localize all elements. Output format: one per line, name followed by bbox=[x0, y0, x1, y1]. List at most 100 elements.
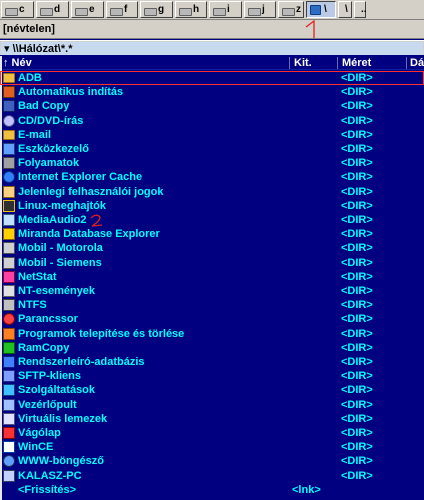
file-size: <DIR> bbox=[341, 128, 373, 141]
phone-icon bbox=[3, 242, 15, 255]
file-size: <DIR> bbox=[341, 427, 373, 439]
ram-icon bbox=[3, 341, 15, 354]
disk-drive-icon bbox=[179, 8, 192, 16]
file-row[interactable]: CD/DVD-írás <DIR> bbox=[0, 114, 424, 128]
file-row[interactable]: Folyamatok <DIR> bbox=[0, 156, 424, 170]
drive-button[interactable]: e bbox=[71, 1, 104, 18]
file-row[interactable]: Linux-meghajtók <DIR> bbox=[0, 199, 424, 213]
disk-drive-icon bbox=[248, 8, 261, 16]
drive-button[interactable]: \ bbox=[306, 1, 336, 18]
drive-button[interactable]: z bbox=[278, 1, 304, 18]
drive-button[interactable]: f bbox=[106, 1, 138, 18]
file-row[interactable]: E-mail <DIR> bbox=[0, 128, 424, 142]
column-size-header[interactable]: Méret bbox=[342, 56, 371, 70]
drive-button[interactable]: d bbox=[36, 1, 69, 18]
file-size: <DIR> bbox=[341, 143, 373, 155]
file-size: <DIR> bbox=[341, 228, 373, 241]
column-date-header[interactable]: Dá bbox=[410, 56, 424, 70]
registry-icon bbox=[3, 356, 15, 368]
file-row[interactable]: Vágólap <DIR> bbox=[0, 426, 424, 440]
drive-letter: d bbox=[54, 4, 61, 15]
file-size: <DIR> bbox=[341, 299, 373, 312]
file-size: <DIR> bbox=[341, 270, 373, 283]
file-row[interactable]: <Frissítés> <lnk> bbox=[0, 483, 424, 497]
disk-drive-icon bbox=[282, 8, 295, 16]
drive-letter: z bbox=[296, 4, 301, 15]
file-size: <DIR> bbox=[341, 455, 373, 468]
file-row[interactable]: ADB <DIR> bbox=[0, 71, 424, 85]
column-divider[interactable] bbox=[337, 57, 338, 69]
file-name: Eszközkezelő bbox=[18, 143, 89, 155]
location-header[interactable]: ▾ \\Hálózat\*.* bbox=[1, 42, 423, 55]
file-row[interactable]: Automatikus indítás <DIR> bbox=[0, 85, 424, 99]
ie-icon bbox=[3, 171, 15, 184]
file-size: <DIR> bbox=[341, 356, 373, 368]
file-row[interactable]: NT-események <DIR> bbox=[0, 284, 424, 298]
file-size: <DIR> bbox=[341, 199, 373, 212]
file-name: NT-események bbox=[18, 285, 96, 297]
file-row[interactable]: Vezérlőpult <DIR> bbox=[0, 398, 424, 412]
gears-icon bbox=[3, 157, 15, 170]
file-size: <DIR> bbox=[341, 469, 373, 482]
file-name: SFTP-kliens bbox=[18, 370, 81, 383]
file-row[interactable]: Parancssor <DIR> bbox=[0, 312, 424, 326]
drive-button[interactable]: g bbox=[140, 1, 173, 18]
file-row[interactable]: Miranda Database Explorer <DIR> bbox=[0, 227, 424, 241]
file-name: Virtuális lemezek bbox=[18, 412, 108, 425]
services-icon bbox=[3, 384, 15, 397]
torch-icon bbox=[3, 86, 15, 99]
drive-icon bbox=[3, 299, 15, 312]
virtual-disk-icon bbox=[3, 412, 15, 425]
installer-icon bbox=[3, 327, 15, 340]
globe-icon bbox=[3, 455, 15, 468]
file-row[interactable]: Jelenlegi felhasználói jogok <DIR> bbox=[0, 185, 424, 199]
clipboard-icon bbox=[3, 427, 15, 439]
file-name: Mobil - Motorola bbox=[18, 242, 103, 255]
disk-drive-icon bbox=[40, 8, 53, 16]
file-row[interactable]: WWW-böngésző <DIR> bbox=[0, 454, 424, 468]
file-row[interactable]: Internet Explorer Cache <DIR> bbox=[0, 170, 424, 184]
file-row[interactable]: RamCopy <DIR> bbox=[0, 341, 424, 355]
drive-button[interactable]: h bbox=[175, 1, 207, 18]
file-row[interactable]: NTFS <DIR> bbox=[0, 298, 424, 312]
disk-drive-icon bbox=[213, 8, 226, 16]
file-row[interactable]: Rendszerleíró-adatbázis <DIR> bbox=[0, 355, 424, 369]
network-icon bbox=[3, 370, 15, 383]
file-row[interactable]: Programok telepítése és törlése <DIR> bbox=[0, 327, 424, 341]
floppy-icon bbox=[3, 100, 15, 113]
drive-button[interactable]: j bbox=[244, 1, 276, 18]
file-row[interactable]: Eszközkezelő <DIR> bbox=[0, 142, 424, 156]
drive-button[interactable]: c bbox=[1, 1, 34, 18]
file-row[interactable]: Szolgáltatások <DIR> bbox=[0, 383, 424, 397]
file-row[interactable]: MediaAudio2 <DIR> bbox=[0, 213, 424, 227]
column-divider[interactable] bbox=[406, 57, 407, 69]
file-row[interactable]: Bad Copy <DIR> bbox=[0, 99, 424, 113]
file-row[interactable]: Virtuális lemezek <DIR> bbox=[0, 412, 424, 426]
file-size: <DIR> bbox=[341, 412, 373, 425]
drive-button[interactable]: .. bbox=[354, 1, 367, 18]
file-name: Folyamatok bbox=[18, 157, 80, 170]
file-name: Parancssor bbox=[18, 313, 78, 326]
file-name: NTFS bbox=[18, 299, 47, 312]
file-row[interactable]: NetStat <DIR> bbox=[0, 270, 424, 284]
file-row[interactable]: WinCE <DIR> bbox=[0, 440, 424, 454]
drive-letter: i bbox=[227, 4, 230, 15]
file-size: <DIR> bbox=[341, 370, 373, 383]
file-row[interactable]: Mobil - Siemens <DIR> bbox=[0, 256, 424, 270]
disk-drive-icon bbox=[144, 8, 157, 16]
file-name: Programok telepítése és törlése bbox=[18, 327, 185, 340]
database-icon bbox=[3, 228, 15, 241]
column-divider[interactable] bbox=[289, 57, 290, 69]
file-row[interactable]: KALASZ-PC <DIR> bbox=[0, 469, 424, 483]
drive-button[interactable]: i bbox=[209, 1, 242, 18]
file-row[interactable]: SFTP-kliens <DIR> bbox=[0, 369, 424, 383]
user-icon bbox=[3, 185, 15, 198]
column-name-header[interactable]: ↑ Név bbox=[3, 56, 32, 70]
annotation-mark-2 bbox=[90, 214, 103, 227]
file-row[interactable]: Mobil - Motorola <DIR> bbox=[0, 241, 424, 255]
drive-button[interactable]: \ bbox=[338, 1, 352, 18]
file-name: CD/DVD-írás bbox=[18, 114, 84, 127]
column-header: ↑ Név Kit. Méret Dá bbox=[0, 56, 424, 70]
file-name: <Frissítés> bbox=[18, 483, 77, 496]
column-ext-header[interactable]: Kit. bbox=[294, 56, 312, 70]
